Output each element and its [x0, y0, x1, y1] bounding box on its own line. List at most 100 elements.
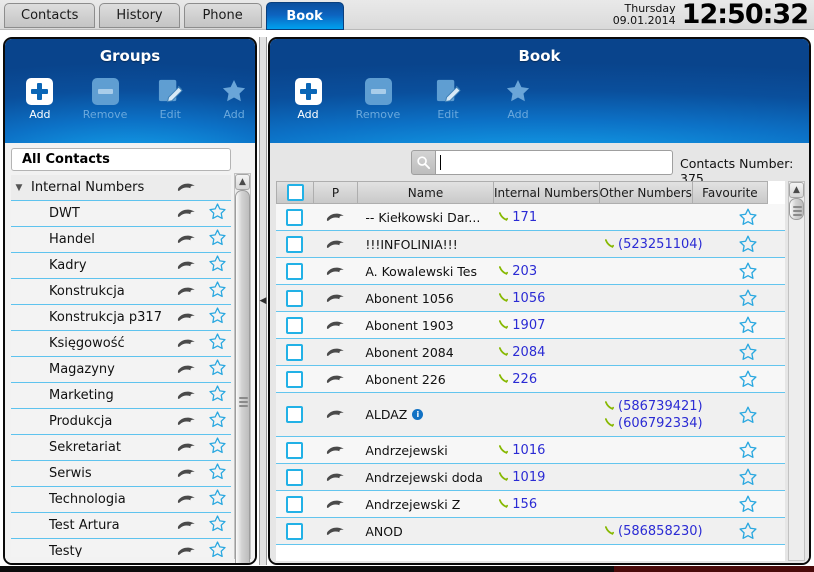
group-handset-action[interactable] — [169, 388, 203, 403]
table-row[interactable]: Abonent 226 226 — [276, 366, 785, 393]
row-favourite-toggle[interactable] — [711, 521, 785, 541]
group-list-item[interactable]: Testy — [11, 539, 231, 557]
row-call-cell[interactable] — [314, 293, 358, 304]
group-handset-action[interactable] — [169, 310, 203, 325]
info-icon[interactable]: i — [412, 409, 424, 420]
table-row[interactable]: Abonent 1903 1907 — [276, 312, 785, 339]
row-checkbox-cell[interactable] — [276, 316, 314, 334]
row-call-cell[interactable] — [314, 374, 358, 385]
row-checkbox-cell[interactable] — [276, 441, 314, 459]
group-handset-action[interactable] — [169, 414, 203, 429]
group-handset-action[interactable] — [169, 232, 203, 247]
row-favourite-toggle[interactable] — [711, 405, 785, 425]
row-internal-numbers-cell[interactable]: 171 — [492, 210, 601, 225]
row-internal-numbers-cell[interactable]: 1907 — [492, 318, 601, 333]
row-other-numbers-cell[interactable]: (586739421) (606792334) — [601, 399, 710, 431]
groups-toolbar-remove-button[interactable]: Remove — [83, 75, 127, 121]
group-list-item[interactable]: Kadry — [11, 253, 231, 279]
table-row[interactable]: Abonent 2084 2084 — [276, 339, 785, 366]
row-call-cell[interactable] — [314, 239, 358, 250]
row-checkbox-cell[interactable] — [276, 495, 314, 513]
row-checkbox-cell[interactable] — [276, 262, 314, 280]
column-header-name[interactable]: Name — [358, 181, 494, 204]
row-internal-numbers-cell[interactable]: 226 — [492, 372, 601, 387]
column-header-other[interactable]: Other Numbers — [599, 181, 693, 204]
group-list-item[interactable]: Konstrukcja p317 — [11, 305, 231, 331]
table-row[interactable]: -- Kiełkowski Dar... 171 — [276, 204, 785, 231]
row-favourite-toggle[interactable] — [711, 342, 785, 362]
search-icon[interactable] — [411, 150, 436, 175]
group-handset-action[interactable] — [169, 180, 203, 195]
group-favourite-toggle[interactable] — [203, 462, 231, 485]
row-call-cell[interactable] — [314, 409, 358, 420]
row-checkbox-cell[interactable] — [276, 289, 314, 307]
group-favourite-toggle[interactable] — [203, 540, 231, 557]
row-favourite-toggle[interactable] — [711, 494, 785, 514]
table-row[interactable]: Andrzejewski doda 1019 — [276, 464, 785, 491]
row-call-cell[interactable] — [314, 212, 358, 223]
row-favourite-toggle[interactable] — [711, 288, 785, 308]
tab-book[interactable]: Book — [265, 2, 344, 30]
row-checkbox[interactable] — [286, 406, 304, 423]
group-handset-action[interactable] — [169, 336, 203, 351]
expander-collapse-icon[interactable]: ▼ — [11, 183, 27, 193]
scrollbar-thumb[interactable] — [235, 190, 250, 563]
table-row[interactable]: ALDAZ i (586739421) (606792334) — [276, 393, 785, 437]
row-checkbox-cell[interactable] — [276, 522, 314, 540]
row-favourite-toggle[interactable] — [711, 261, 785, 281]
row-checkbox[interactable] — [286, 343, 304, 361]
table-row[interactable]: Andrzejewski 1016 — [276, 437, 785, 464]
column-header-p[interactable]: P — [314, 181, 358, 204]
row-checkbox[interactable] — [286, 468, 304, 486]
groups-list[interactable]: ▼ Internal Numbers DWT Handel Kadry Konstrukc… — [11, 175, 231, 557]
group-favourite-toggle[interactable] — [203, 514, 231, 537]
table-row[interactable]: ANOD (586858230) — [276, 518, 785, 545]
group-handset-action[interactable] — [169, 492, 203, 507]
tab-phone[interactable]: Phone — [183, 3, 262, 28]
group-handset-action[interactable] — [169, 206, 203, 221]
table-row[interactable]: !!!INFOLINIA!!! (523251104) — [276, 231, 785, 258]
all-contacts-item[interactable]: All Contacts — [11, 148, 231, 171]
row-favourite-toggle[interactable] — [711, 207, 785, 227]
table-row[interactable]: A. Kowalewski Tes 203 — [276, 258, 785, 285]
group-favourite-toggle[interactable] — [203, 436, 231, 459]
row-checkbox-cell[interactable] — [276, 406, 314, 423]
group-handset-action[interactable] — [169, 544, 203, 557]
table-row[interactable]: Andrzejewski Z 156 — [276, 491, 785, 518]
row-call-cell[interactable] — [314, 526, 358, 537]
row-checkbox[interactable] — [286, 370, 304, 388]
row-internal-numbers-cell[interactable]: 1056 — [492, 291, 601, 306]
group-list-item[interactable]: Test Artura — [11, 513, 231, 539]
row-checkbox-cell[interactable] — [276, 343, 314, 361]
row-favourite-toggle[interactable] — [711, 234, 785, 254]
row-checkbox[interactable] — [286, 522, 304, 540]
row-checkbox[interactable] — [286, 316, 304, 334]
row-checkbox[interactable] — [286, 208, 304, 226]
row-checkbox[interactable] — [286, 495, 304, 513]
group-favourite-toggle[interactable] — [203, 384, 231, 407]
row-favourite-toggle[interactable] — [711, 467, 785, 487]
group-favourite-toggle[interactable] — [203, 358, 231, 381]
groups-scrollbar[interactable]: ▲ — [234, 173, 251, 563]
group-list-item[interactable]: Produkcja — [11, 409, 231, 435]
row-call-cell[interactable] — [314, 472, 358, 483]
column-header-chk[interactable] — [276, 181, 314, 204]
group-handset-action[interactable] — [169, 258, 203, 273]
column-header-internal[interactable]: Internal Numbers — [494, 181, 600, 204]
search-input[interactable] — [436, 150, 673, 175]
row-internal-numbers-cell[interactable]: 156 — [492, 497, 601, 512]
book-toolbar-add-button[interactable]: Add — [284, 75, 332, 121]
row-other-numbers-cell[interactable]: (523251104) — [601, 237, 710, 252]
group-list-item[interactable]: Konstrukcja — [11, 279, 231, 305]
book-toolbar-add-favourite-button[interactable]: Add — [494, 75, 542, 121]
row-internal-numbers-cell[interactable]: 1019 — [492, 470, 601, 485]
groups-toolbar-add-button[interactable]: Add — [19, 75, 61, 121]
book-toolbar-remove-button[interactable]: Remove — [354, 75, 402, 121]
row-checkbox-cell[interactable] — [276, 235, 314, 253]
group-list-item[interactable]: Technologia — [11, 487, 231, 513]
group-list-item[interactable]: Serwis — [11, 461, 231, 487]
group-list-item[interactable]: ▼ Internal Numbers — [11, 175, 231, 201]
groups-toolbar-add-favourite-button[interactable]: Add — [213, 75, 255, 121]
scroll-up-button[interactable]: ▲ — [235, 174, 250, 190]
row-favourite-toggle[interactable] — [711, 440, 785, 460]
